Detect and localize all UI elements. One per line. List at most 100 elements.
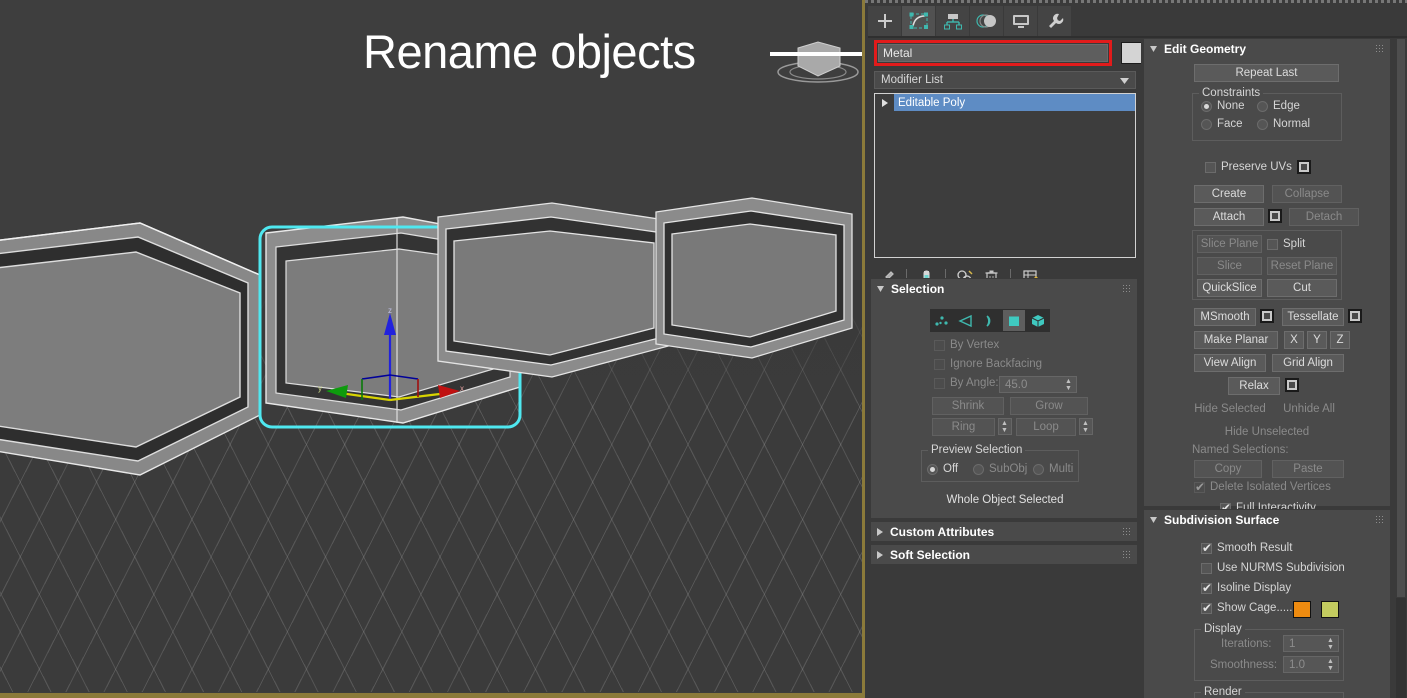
subdivision-surface-grip[interactable]	[1375, 515, 1384, 524]
custom-attributes-grip[interactable]	[1122, 527, 1131, 536]
display-smoothness-spinner[interactable]: 1.0 ▲▼	[1283, 656, 1339, 673]
border-icon[interactable]	[979, 310, 1001, 331]
constraint-face-radio[interactable]: Face	[1201, 118, 1243, 130]
quickslice-button[interactable]: QuickSlice	[1197, 279, 1262, 297]
make-planar-y-button[interactable]: Y	[1307, 331, 1327, 349]
soft-selection-header[interactable]: Soft Selection	[871, 545, 1137, 564]
modifier-stack[interactable]: Editable Poly	[874, 93, 1136, 258]
relax-settings-box-icon[interactable]	[1285, 378, 1299, 392]
isoline-display-checkbox-box: ✔	[1201, 583, 1212, 594]
relax-button[interactable]: Relax	[1228, 377, 1280, 395]
split-checkbox[interactable]: Split	[1267, 238, 1305, 250]
tab-display[interactable]	[1004, 6, 1037, 36]
tab-hierarchy[interactable]	[936, 6, 969, 36]
tessellate-settings-box-icon[interactable]	[1348, 309, 1362, 323]
move-gizmo[interactable]: z x y	[310, 305, 470, 410]
hide-unselected-button[interactable]: Hide Unselected	[1219, 423, 1315, 441]
tessellate-button[interactable]: Tessellate	[1282, 308, 1344, 326]
edge-icon[interactable]	[955, 310, 977, 331]
custom-attributes-rollout[interactable]: Custom Attributes	[870, 521, 1138, 542]
slice-plane-button[interactable]: Slice Plane	[1197, 235, 1262, 253]
preview-off-radio[interactable]: Off	[927, 463, 958, 475]
spinner-arrows[interactable]: ▲▼	[1326, 658, 1335, 672]
spinner-arrows[interactable]: ▲▼	[1064, 378, 1073, 392]
selection-rollout-header[interactable]: Selection	[871, 279, 1137, 298]
soft-selection-rollout[interactable]: Soft Selection	[870, 544, 1138, 565]
rollout-grip-dots[interactable]	[1122, 284, 1131, 293]
by-angle-spinner[interactable]: 45.0 ▲▼	[999, 376, 1077, 393]
msmooth-settings-box-icon[interactable]	[1260, 309, 1274, 323]
tab-create[interactable]	[868, 6, 901, 36]
repeat-last-button[interactable]: Repeat Last	[1194, 64, 1339, 82]
preserve-uvs-checkbox[interactable]: Preserve UVs	[1205, 161, 1292, 173]
crate-object-1[interactable]	[0, 215, 290, 505]
viewport[interactable]: z x y Rename objects	[0, 0, 865, 698]
unhide-all-button[interactable]: Unhide All	[1274, 400, 1344, 418]
modifier-stack-entry-editable-poly[interactable]: Editable Poly	[875, 94, 1135, 111]
triangle-right-icon[interactable]	[875, 94, 894, 111]
viewport-canvas[interactable]: z x y Rename objects	[0, 0, 862, 692]
ring-button[interactable]: Ring	[932, 418, 995, 436]
subdivision-surface-header[interactable]: Subdivision Surface	[1144, 510, 1390, 529]
show-cage-checkbox[interactable]: ✔ Show Cage......	[1201, 602, 1296, 614]
use-nurms-subdivision-checkbox[interactable]: Use NURMS Subdivision	[1201, 562, 1345, 574]
preview-multi-radio[interactable]: Multi	[1033, 463, 1073, 475]
make-planar-button[interactable]: Make Planar	[1194, 331, 1278, 349]
object-name-input[interactable]	[878, 44, 1108, 62]
edit-geometry-header[interactable]: Edit Geometry	[1144, 39, 1390, 58]
msmooth-button[interactable]: MSmooth	[1194, 308, 1256, 326]
loop-spinner-arrows[interactable]: ▲▼	[1081, 420, 1090, 434]
smooth-result-checkbox[interactable]: ✔ Smooth Result	[1201, 542, 1292, 554]
constraint-normal-radio[interactable]: Normal	[1257, 118, 1310, 130]
show-cage-color-b-swatch[interactable]	[1321, 601, 1339, 618]
custom-attributes-header[interactable]: Custom Attributes	[871, 522, 1137, 541]
tab-utilities[interactable]	[1038, 6, 1071, 36]
edit-geometry-grip[interactable]	[1375, 44, 1384, 53]
loop-button[interactable]: Loop	[1016, 418, 1076, 436]
by-vertex-checkbox[interactable]: By Vertex	[934, 339, 999, 351]
object-color-swatch[interactable]	[1121, 42, 1142, 64]
view-align-button[interactable]: View Align	[1194, 354, 1266, 372]
collapse-button[interactable]: Collapse	[1272, 185, 1342, 203]
make-planar-x-button[interactable]: X	[1284, 331, 1304, 349]
grow-button[interactable]: Grow	[1010, 397, 1088, 415]
make-planar-z-button[interactable]: Z	[1330, 331, 1350, 349]
constraint-none-radio[interactable]: None	[1201, 100, 1245, 112]
command-panel-drag-handle[interactable]	[865, 0, 1407, 3]
loop-spinner[interactable]: ▲▼	[1079, 418, 1093, 435]
slice-button[interactable]: Slice	[1197, 257, 1262, 275]
delete-isolated-vertices-checkbox[interactable]: ✔ Delete Isolated Vertices	[1194, 481, 1331, 493]
command-panel-scrollbar-thumb[interactable]	[1396, 38, 1406, 598]
shrink-button[interactable]: Shrink	[932, 397, 1004, 415]
modifier-list-dropdown[interactable]: Modifier List	[874, 71, 1136, 89]
create-button[interactable]: Create	[1194, 185, 1264, 203]
copy-button[interactable]: Copy	[1194, 460, 1262, 478]
isoline-display-checkbox[interactable]: ✔ Isoline Display	[1201, 582, 1291, 594]
spinner-arrows[interactable]: ▲▼	[1326, 637, 1335, 651]
attach-button[interactable]: Attach	[1194, 208, 1264, 226]
show-cage-color-a-swatch[interactable]	[1293, 601, 1311, 618]
paste-button[interactable]: Paste	[1272, 460, 1344, 478]
reset-plane-button[interactable]: Reset Plane	[1267, 257, 1337, 275]
element-icon[interactable]	[1027, 310, 1049, 331]
detach-button[interactable]: Detach	[1289, 208, 1359, 226]
ignore-backfacing-checkbox[interactable]: Ignore Backfacing	[934, 358, 1042, 370]
hide-selected-button[interactable]: Hide Selected	[1192, 400, 1268, 418]
constraint-edge-radio[interactable]: Edge	[1257, 100, 1300, 112]
tab-motion[interactable]	[970, 6, 1003, 36]
tab-modify[interactable]	[902, 6, 935, 36]
crate-object-4[interactable]	[652, 190, 862, 380]
by-angle-checkbox[interactable]: By Angle:	[934, 377, 999, 389]
grid-align-button[interactable]: Grid Align	[1272, 354, 1344, 372]
soft-selection-grip[interactable]	[1122, 550, 1131, 559]
preserve-uvs-settings-box-icon[interactable]	[1297, 160, 1311, 174]
display-iterations-spinner[interactable]: 1 ▲▼	[1283, 635, 1339, 652]
polygon-icon[interactable]	[1003, 310, 1025, 331]
preview-subobj-radio[interactable]: SubObj	[973, 463, 1027, 475]
vertex-icon[interactable]	[931, 310, 953, 331]
attach-settings-box-icon[interactable]	[1268, 209, 1282, 223]
constraint-edge-dot	[1257, 101, 1268, 112]
cut-button[interactable]: Cut	[1267, 279, 1337, 297]
ring-spinner-arrows[interactable]: ▲▼	[1000, 420, 1009, 434]
ring-spinner[interactable]: ▲▼	[998, 418, 1012, 435]
